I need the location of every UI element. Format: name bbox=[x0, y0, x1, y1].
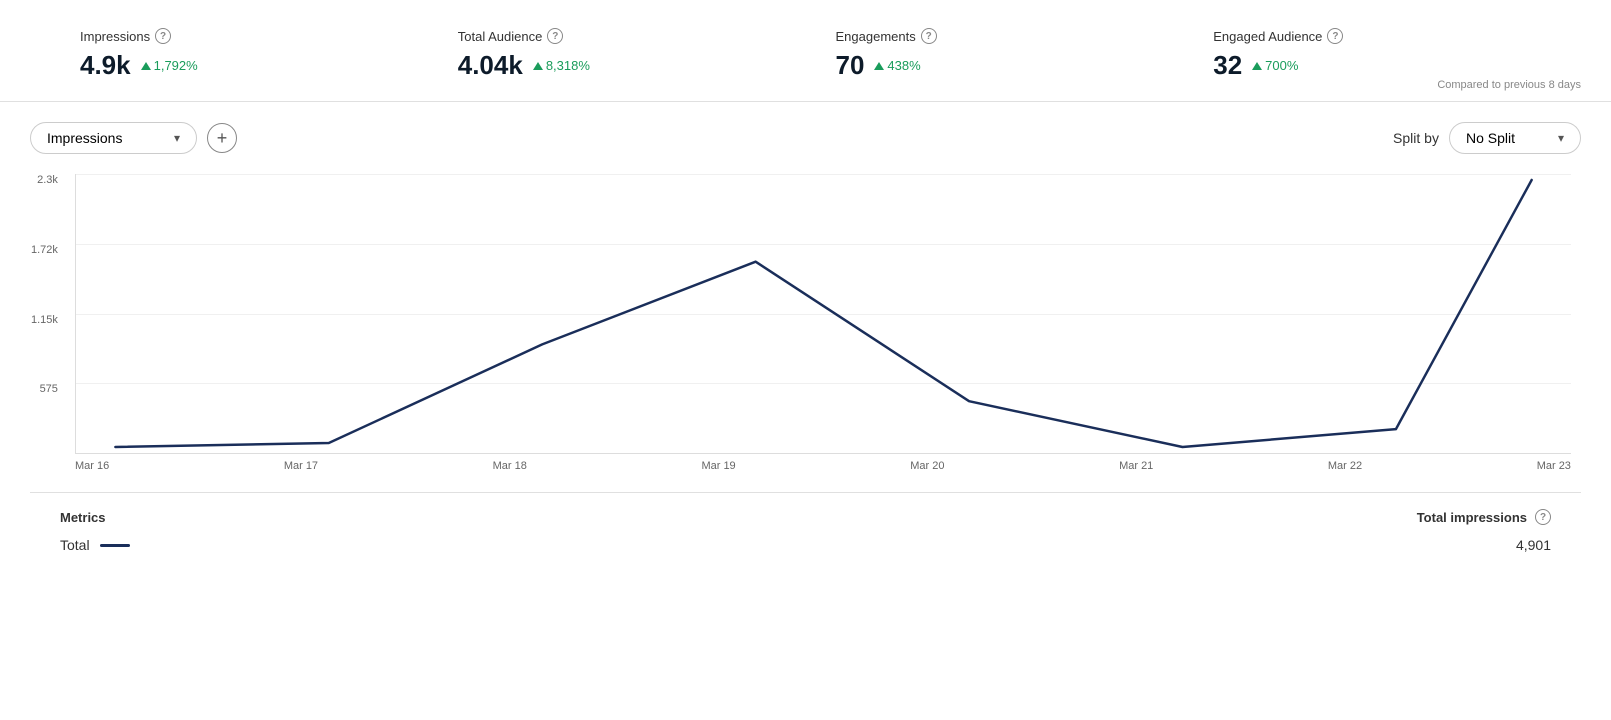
impressions-value-row: 4.9k 1,792% bbox=[80, 50, 418, 81]
engaged-audience-label-text: Engaged Audience bbox=[1213, 29, 1322, 44]
engaged-audience-arrow-up bbox=[1252, 62, 1262, 70]
metrics-row-value: 4,901 bbox=[1516, 537, 1551, 553]
metrics-right-header-group: Total impressions ? bbox=[1417, 509, 1551, 525]
stat-impressions: Impressions ? 4.9k 1,792% bbox=[60, 28, 438, 81]
total-audience-value-row: 4.04k 8,318% bbox=[458, 50, 796, 81]
chart-section: Impressions Total Audience Engagements E… bbox=[0, 102, 1611, 579]
add-metric-button[interactable]: + bbox=[207, 123, 237, 153]
split-select-wrapper[interactable]: No Split Platform Content Type Region ▾ bbox=[1449, 122, 1581, 154]
x-axis: Mar 16 Mar 17 Mar 18 Mar 19 Mar 20 Mar 2… bbox=[75, 460, 1571, 472]
total-audience-label-text: Total Audience bbox=[458, 29, 543, 44]
stats-bar: Impressions ? 4.9k 1,792% Total Audience… bbox=[0, 0, 1611, 102]
engagements-arrow-up bbox=[874, 62, 884, 70]
x-label-mar23: Mar 23 bbox=[1537, 460, 1571, 472]
engaged-audience-help-icon[interactable]: ? bbox=[1327, 28, 1343, 44]
engaged-audience-value: 32 bbox=[1213, 50, 1242, 81]
total-audience-help-icon[interactable]: ? bbox=[547, 28, 563, 44]
metric-dropdown[interactable]: Impressions Total Audience Engagements E… bbox=[47, 130, 166, 146]
engagements-help-icon[interactable]: ? bbox=[921, 28, 937, 44]
y-label-4: 575 bbox=[31, 383, 66, 395]
impressions-label: Impressions ? bbox=[80, 28, 418, 44]
impressions-value: 4.9k bbox=[80, 50, 131, 81]
engaged-audience-change-text: 700% bbox=[1265, 58, 1298, 73]
add-metric-icon: + bbox=[217, 128, 228, 149]
split-dropdown-arrow: ▾ bbox=[1558, 131, 1564, 145]
metrics-table-header: Metrics Total impressions ? bbox=[60, 509, 1551, 525]
metrics-row-left: Total bbox=[60, 537, 130, 553]
total-audience-change: 8,318% bbox=[533, 58, 590, 73]
y-label-3: 1.15k bbox=[31, 314, 66, 326]
total-audience-label: Total Audience ? bbox=[458, 28, 796, 44]
metrics-line-indicator bbox=[100, 544, 130, 547]
metrics-right-header: Total impressions bbox=[1417, 510, 1527, 525]
engagements-value: 70 bbox=[836, 50, 865, 81]
controls-right: Split by No Split Platform Content Type … bbox=[1393, 122, 1581, 154]
chart-container: 2.3k 1.72k 1.15k 575 bbox=[30, 174, 1581, 472]
impressions-arrow-up bbox=[141, 62, 151, 70]
stat-total-audience: Total Audience ? 4.04k 8,318% bbox=[438, 28, 816, 81]
engagements-change: 438% bbox=[874, 58, 920, 73]
impressions-label-text: Impressions bbox=[80, 29, 150, 44]
x-label-mar18: Mar 18 bbox=[493, 460, 527, 472]
engaged-audience-label: Engaged Audience ? bbox=[1213, 28, 1551, 44]
y-label-2: 1.72k bbox=[31, 244, 66, 256]
total-audience-arrow-up bbox=[533, 62, 543, 70]
engaged-audience-change: 700% bbox=[1252, 58, 1298, 73]
total-audience-change-text: 8,318% bbox=[546, 58, 590, 73]
chart-controls: Impressions Total Audience Engagements E… bbox=[30, 122, 1581, 154]
x-label-mar16: Mar 16 bbox=[75, 460, 109, 472]
impressions-help-icon[interactable]: ? bbox=[155, 28, 171, 44]
metrics-left-header: Metrics bbox=[60, 510, 106, 525]
line-chart-svg bbox=[76, 174, 1571, 453]
impressions-change-text: 1,792% bbox=[154, 58, 198, 73]
total-audience-value: 4.04k bbox=[458, 50, 523, 81]
x-label-mar19: Mar 19 bbox=[701, 460, 735, 472]
stat-engaged-audience: Engaged Audience ? 32 700% bbox=[1193, 28, 1571, 81]
metric-dropdown-arrow: ▾ bbox=[174, 131, 180, 145]
compared-note: Compared to previous 8 days bbox=[1437, 79, 1581, 91]
x-label-mar21: Mar 21 bbox=[1119, 460, 1153, 472]
metrics-table-row: Total 4,901 bbox=[60, 537, 1551, 553]
metrics-help-icon[interactable]: ? bbox=[1535, 509, 1551, 525]
chart-line bbox=[115, 180, 1531, 447]
engagements-label-text: Engagements bbox=[836, 29, 916, 44]
x-label-mar22: Mar 22 bbox=[1328, 460, 1362, 472]
chart-area: 2.3k 1.72k 1.15k 575 bbox=[75, 174, 1571, 454]
engagements-value-row: 70 438% bbox=[836, 50, 1174, 81]
impressions-change: 1,792% bbox=[141, 58, 198, 73]
metrics-table: Metrics Total impressions ? Total 4,901 bbox=[30, 492, 1581, 569]
x-label-mar17: Mar 17 bbox=[284, 460, 318, 472]
stat-engagements: Engagements ? 70 438% bbox=[816, 28, 1194, 81]
metrics-row-label: Total bbox=[60, 537, 90, 553]
page-wrapper: Impressions ? 4.9k 1,792% Total Audience… bbox=[0, 0, 1611, 720]
x-label-mar20: Mar 20 bbox=[910, 460, 944, 472]
split-by-label: Split by bbox=[1393, 130, 1439, 146]
controls-left: Impressions Total Audience Engagements E… bbox=[30, 122, 237, 154]
split-dropdown[interactable]: No Split Platform Content Type Region bbox=[1466, 130, 1550, 146]
metric-select-wrapper[interactable]: Impressions Total Audience Engagements E… bbox=[30, 122, 197, 154]
y-axis: 2.3k 1.72k 1.15k 575 bbox=[31, 174, 66, 453]
engagements-label: Engagements ? bbox=[836, 28, 1174, 44]
y-label-top: 2.3k bbox=[31, 174, 66, 186]
engagements-change-text: 438% bbox=[887, 58, 920, 73]
engaged-audience-value-row: 32 700% bbox=[1213, 50, 1551, 81]
